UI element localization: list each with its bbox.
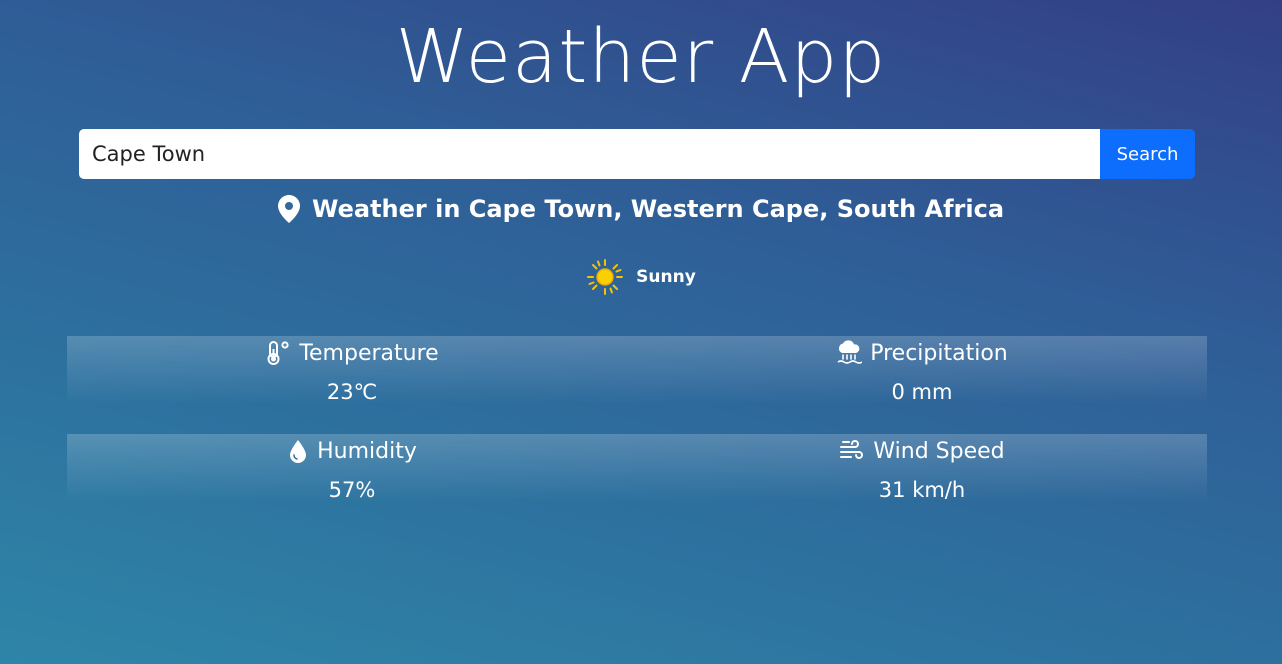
stats-row-2: Humidity 57% Wind Speed 31 km/h [67, 434, 1207, 502]
precipitation-label: Precipitation [870, 340, 1008, 366]
precipitation-stat: Precipitation 0 mm [637, 336, 1207, 404]
humidity-stat: Humidity 57% [67, 434, 637, 502]
rain-cloud-icon [836, 340, 863, 366]
weather-condition: Sunny [0, 258, 1282, 296]
humidity-value: 57% [328, 478, 376, 502]
wind-speed-stat: Wind Speed 31 km/h [637, 434, 1207, 502]
temperature-value: 23℃ [326, 380, 378, 404]
location-text: Weather in Cape Town, Western Cape, Sout… [311, 195, 1005, 223]
precipitation-value: 0 mm [891, 380, 953, 404]
sun-icon [586, 258, 624, 296]
condition-text: Sunny [636, 267, 696, 287]
app-title: Weather App [395, 14, 887, 100]
temperature-stat: Temperature 23℃ [67, 336, 637, 404]
wind-icon [839, 438, 865, 464]
map-pin-icon [277, 195, 300, 223]
search-bar: Search [79, 129, 1195, 179]
location-heading: Weather in Cape Town, Western Cape, Sout… [0, 195, 1282, 223]
search-button[interactable]: Search [1100, 129, 1195, 179]
wind-speed-label: Wind Speed [873, 438, 1005, 464]
droplet-icon [287, 438, 309, 464]
thermometer-icon [265, 340, 291, 366]
humidity-label: Humidity [317, 438, 417, 464]
temperature-label: Temperature [299, 340, 439, 366]
city-search-input[interactable] [79, 129, 1100, 179]
stats-row-1: Temperature 23℃ Precipitation 0 mm [67, 336, 1207, 404]
wind-speed-value: 31 km/h [878, 478, 966, 502]
